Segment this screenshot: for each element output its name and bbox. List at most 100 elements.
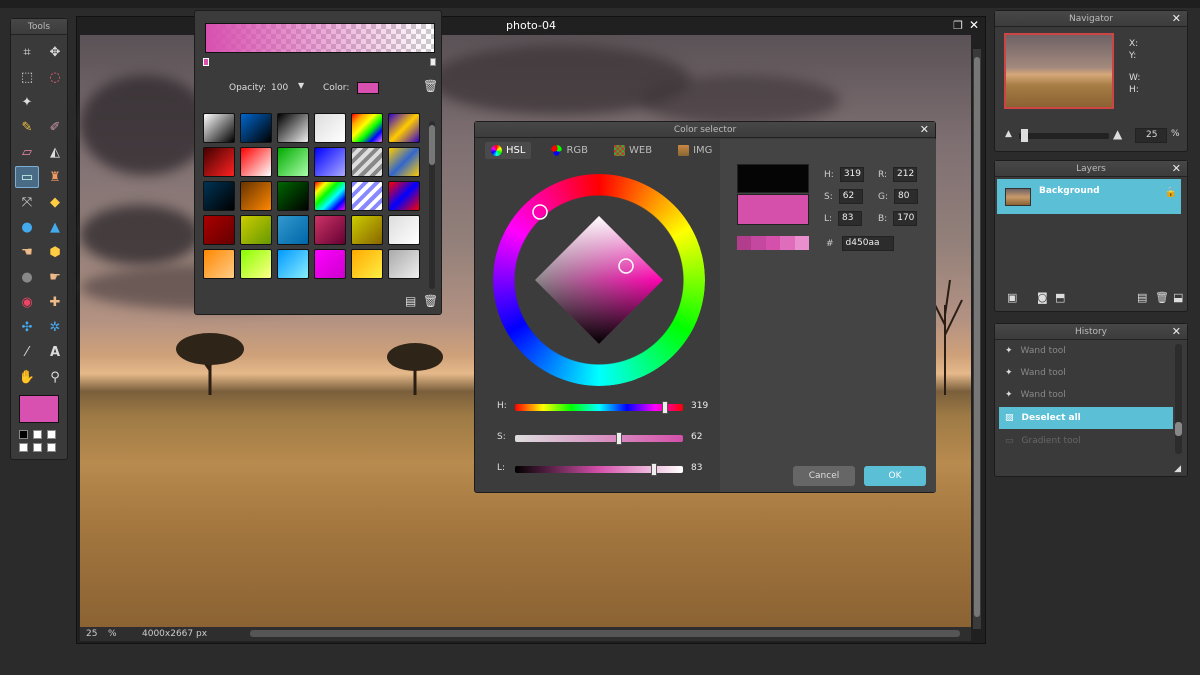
dodge-icon[interactable]: ● (15, 266, 39, 288)
gradient-preset[interactable] (240, 249, 272, 279)
cancel-button[interactable]: Cancel (793, 466, 855, 486)
gradient-icon[interactable]: ▭ (15, 166, 39, 188)
ok-button[interactable]: OK (864, 466, 926, 486)
hex-field[interactable]: d450aa (841, 236, 894, 251)
history-item[interactable]: ▭ Gradient tool (999, 430, 1173, 452)
gradient-preview-bar[interactable] (205, 23, 435, 53)
saturation-slider-thumb[interactable] (616, 432, 623, 445)
bloat-icon[interactable]: ✣ (15, 316, 39, 338)
gradient-preset[interactable] (314, 249, 346, 279)
hand-icon[interactable]: ✋ (15, 366, 39, 388)
hue-slider[interactable] (515, 404, 683, 411)
tab-img[interactable]: IMG (672, 142, 718, 159)
navigator-thumbnail[interactable] (1004, 33, 1114, 109)
close-icon[interactable]: ✕ (1172, 161, 1181, 177)
close-icon[interactable]: ✕ (1172, 11, 1181, 27)
gradient-preset[interactable] (277, 147, 309, 177)
tab-rgb[interactable]: RGB (545, 142, 594, 159)
layer-menu-icon[interactable]: ⬓ (1173, 291, 1183, 304)
history-item-current[interactable]: ▨ Deselect all (999, 407, 1173, 429)
brush-icon[interactable]: ✐ (43, 116, 67, 138)
zoom-slider[interactable] (1019, 129, 1109, 142)
gradient-preset[interactable] (388, 181, 420, 211)
layer-style-icon[interactable]: ▣ (1007, 291, 1017, 304)
layer-settings-icon[interactable]: ⬒ (1055, 291, 1065, 304)
lightness-slider[interactable] (515, 466, 683, 473)
smudge-icon[interactable]: ☚ (15, 241, 39, 263)
delete-preset-icon[interactable]: 🗑 (423, 294, 438, 308)
delete-layer-icon[interactable]: 🗑 (1155, 291, 1169, 304)
shape-icon[interactable]: ◆ (43, 191, 67, 213)
zoom-out-icon[interactable]: ▲ (1005, 129, 1012, 139)
restore-window-icon[interactable]: ❐ (953, 19, 963, 32)
gradient-preset[interactable] (314, 181, 346, 211)
opacity-value[interactable]: 100 (271, 83, 288, 93)
resize-grip-icon[interactable]: ◢ (1174, 464, 1181, 474)
burn-icon[interactable]: ☛ (43, 266, 67, 288)
lightness-slider-thumb[interactable] (651, 463, 658, 476)
hue-wheel[interactable] (493, 174, 705, 386)
vertical-scrollbar[interactable] (973, 49, 981, 629)
foreground-color-swatch[interactable] (19, 395, 59, 423)
sharpen-icon[interactable]: ▲ (43, 216, 67, 238)
gradient-preset[interactable] (314, 113, 346, 143)
crop-icon[interactable]: ⌗ (15, 41, 39, 63)
gradient-preset[interactable] (351, 215, 383, 245)
gradient-preset[interactable] (203, 147, 235, 177)
trash-icon[interactable]: 🗑 (423, 79, 438, 93)
close-window-icon[interactable]: ✕ (969, 18, 979, 32)
drop-icon[interactable]: ● (15, 216, 39, 238)
horizontal-scrollbar[interactable] (250, 630, 960, 637)
spotheal-icon[interactable]: ✚ (43, 291, 67, 313)
default-colors-icon[interactable] (19, 430, 28, 439)
gradient-preset[interactable] (203, 249, 235, 279)
close-icon[interactable]: ✕ (1172, 324, 1181, 340)
gradient-preset[interactable] (388, 249, 420, 279)
g-field[interactable]: 80 (894, 189, 919, 204)
pencil-icon[interactable]: ✎ (15, 116, 39, 138)
l-field[interactable]: 83 (838, 211, 863, 226)
gradient-preset[interactable] (388, 147, 420, 177)
layer-item[interactable]: Background 🔒 (997, 179, 1181, 214)
gradient-preset[interactable] (203, 215, 235, 245)
history-item[interactable]: ✦ Wand tool (999, 340, 1173, 362)
new-layer-icon[interactable]: ▤ (1137, 291, 1147, 304)
zoom-in-icon[interactable]: ▲ (1113, 127, 1122, 141)
pinch-icon[interactable]: ✲ (43, 316, 67, 338)
tab-hsl[interactable]: HSL (485, 142, 532, 159)
gradient-preset[interactable] (240, 215, 272, 245)
gradient-preset[interactable] (314, 147, 346, 177)
history-scrollbar[interactable] (1175, 344, 1182, 454)
gradient-preset[interactable] (388, 113, 420, 143)
layer-mask-icon[interactable]: ◙ (1037, 291, 1048, 304)
gradient-preset[interactable] (314, 215, 346, 245)
bucket-icon[interactable]: ◭ (43, 141, 67, 163)
gradient-preset[interactable] (203, 181, 235, 211)
history-item[interactable]: ✦ Wand tool (999, 384, 1173, 406)
gradient-preset[interactable] (351, 249, 383, 279)
gradient-color-swatch[interactable] (357, 82, 379, 94)
gradient-preset[interactable] (351, 113, 383, 143)
wand-icon[interactable]: ✦ (15, 91, 39, 113)
preset-scrollbar[interactable] (429, 121, 435, 289)
hue-slider-thumb[interactable] (661, 401, 668, 414)
close-icon[interactable]: ✕ (920, 122, 929, 138)
gradient-preset[interactable] (203, 113, 235, 143)
gradient-preset[interactable] (277, 181, 309, 211)
gradient-stop-right[interactable] (430, 58, 436, 66)
s-field[interactable]: 62 (838, 189, 863, 204)
move-icon[interactable]: ✥ (43, 41, 67, 63)
type-icon[interactable]: A (43, 341, 67, 363)
gradient-preset[interactable] (277, 215, 309, 245)
gradient-preset[interactable] (240, 147, 272, 177)
gradient-preset[interactable] (277, 113, 309, 143)
marquee-icon[interactable]: ⬚ (15, 66, 39, 88)
history-item[interactable]: ✦ Wand tool (999, 362, 1173, 384)
h-field[interactable]: 319 (839, 167, 864, 182)
gradient-preset[interactable] (277, 249, 309, 279)
zoom-slider-thumb[interactable] (1021, 129, 1028, 142)
sponge-icon[interactable]: ⬢ (43, 241, 67, 263)
picker-icon[interactable]: ⁄ (15, 341, 39, 363)
tab-web[interactable]: WEB (608, 142, 658, 159)
gradient-preset[interactable] (351, 147, 383, 177)
